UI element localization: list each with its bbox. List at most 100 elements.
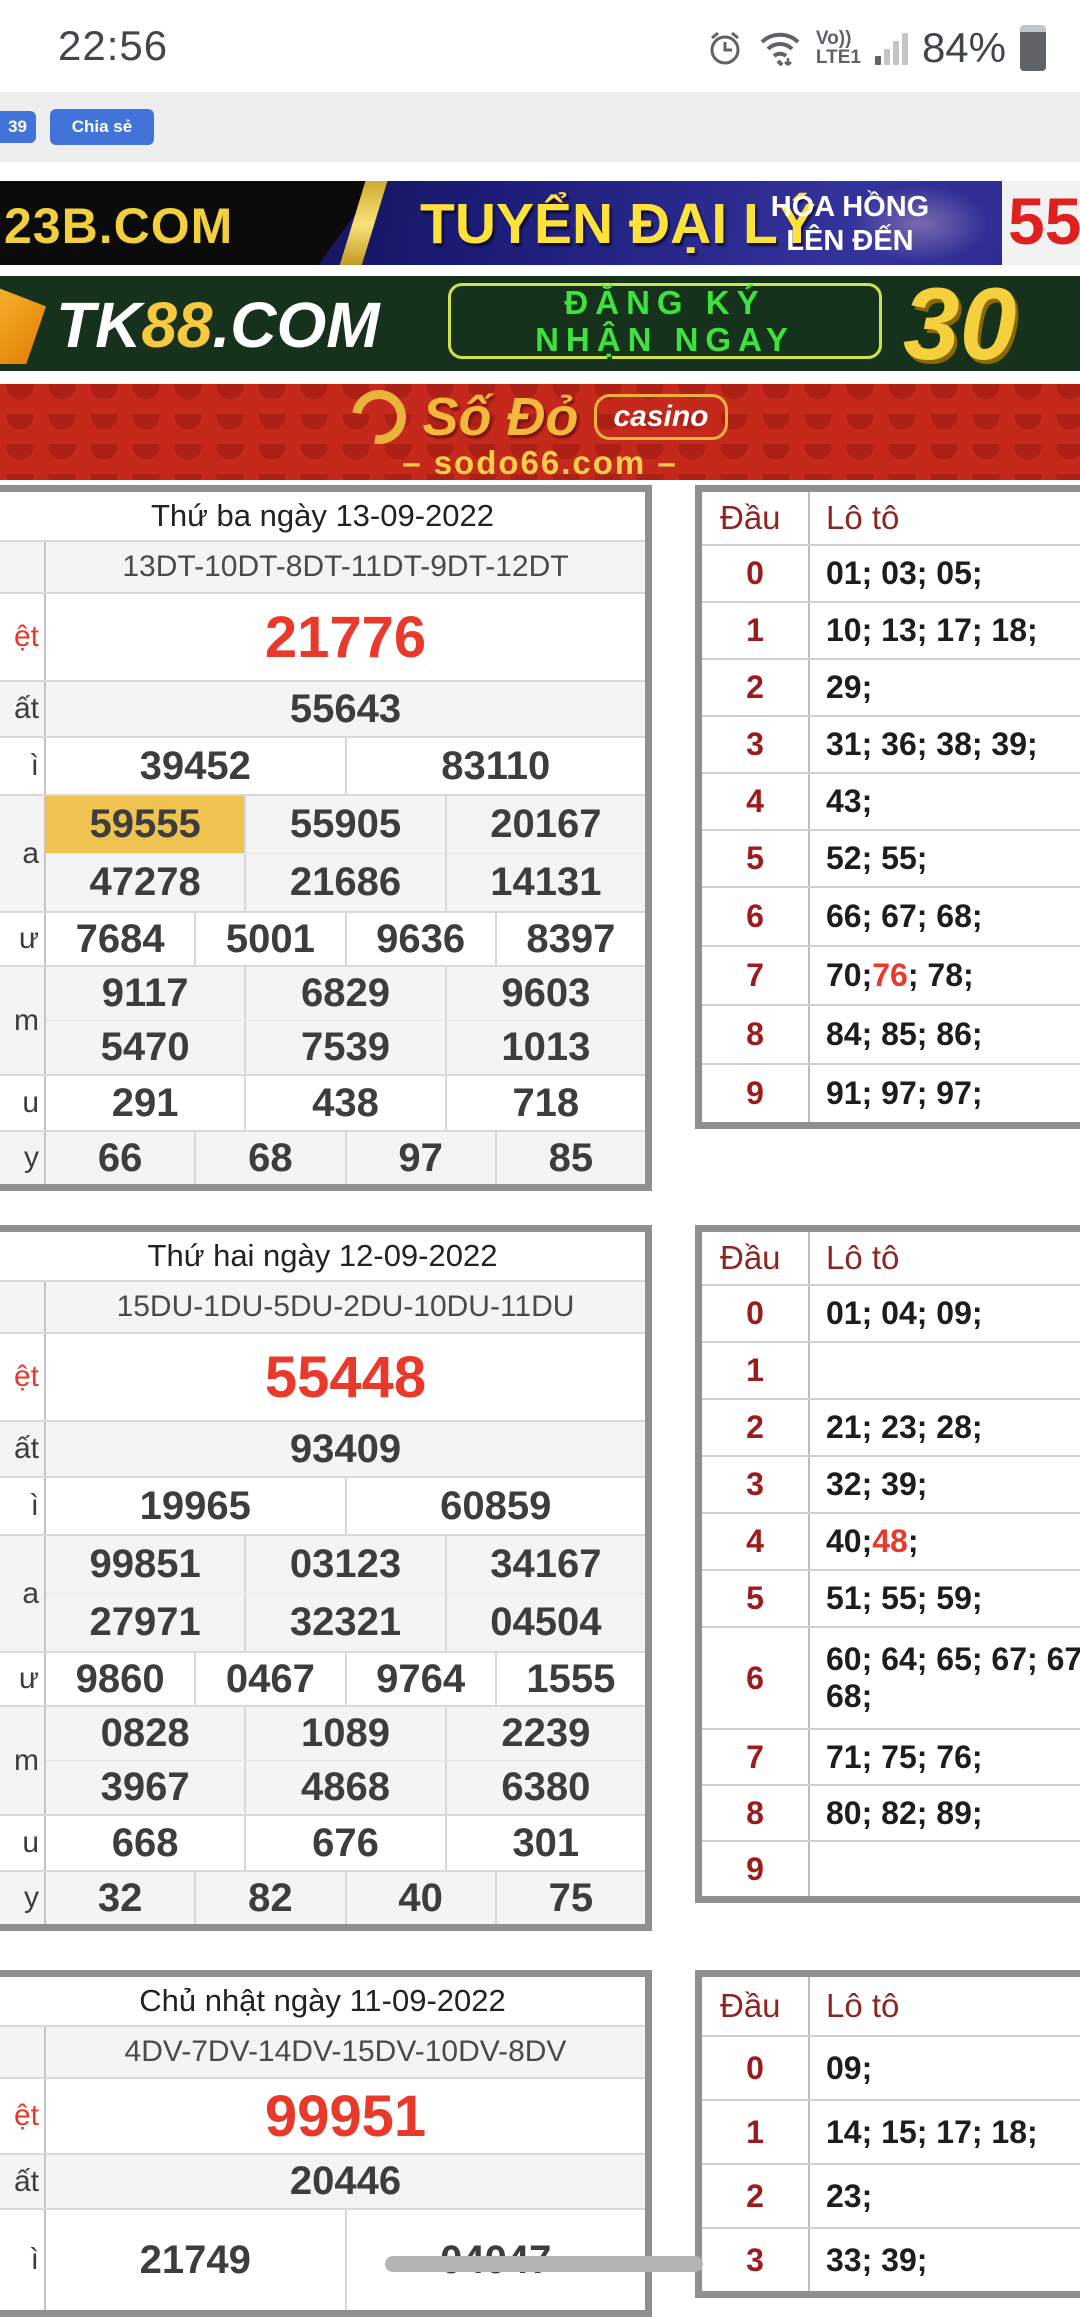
dau-header: Đầu bbox=[702, 1977, 810, 2035]
result-number: 7684 bbox=[46, 913, 194, 965]
prize-label-fragment: ệt bbox=[0, 1334, 46, 1420]
result-number: 34167 bbox=[445, 1536, 645, 1593]
loto-table-2022-09-12: Đầu Lô tô 001; 04; 09; 1 221; 23; 28; 33… bbox=[695, 1225, 1080, 1903]
prize-row-sixth: u 291 438 718 bbox=[0, 1074, 645, 1130]
loto-row: 229; bbox=[702, 658, 1080, 715]
result-number: 5470 bbox=[46, 1021, 244, 1074]
result-number: 1013 bbox=[445, 1021, 645, 1074]
ad-banner-sodo-casino[interactable]: Số Đỏ casino – sodo66.com – bbox=[0, 384, 1080, 480]
special-prize-number: 21776 bbox=[46, 594, 645, 680]
result-number: 68 bbox=[194, 1132, 344, 1184]
prize-label-fragment: ì bbox=[0, 738, 46, 794]
alarm-icon bbox=[706, 29, 744, 67]
result-number: 97 bbox=[345, 1132, 495, 1184]
result-number: 55643 bbox=[46, 682, 645, 736]
result-number: 21686 bbox=[244, 854, 444, 911]
prize-row-special: ệt 21776 bbox=[0, 592, 645, 680]
loto-row: 009; bbox=[702, 2035, 1080, 2099]
banner-subtext: HOA HỒNG LÊN ĐẾN bbox=[742, 190, 958, 258]
partial-number-button[interactable]: 39 bbox=[0, 111, 36, 143]
prize-label-fragment bbox=[0, 1282, 46, 1332]
banner-percent-panel: 55 bbox=[1002, 181, 1080, 265]
result-number: 55905 bbox=[244, 796, 444, 853]
result-code-row: 15DU-1DU-5DU-2DU-10DU-11DU bbox=[0, 1280, 645, 1332]
prize-row-special: ệt 55448 bbox=[0, 1332, 645, 1420]
loto-row: 884; 85; 86; bbox=[702, 1004, 1080, 1063]
prize-label-fragment: a bbox=[0, 796, 46, 911]
banner-bonus-value: 30 bbox=[903, 276, 1016, 371]
prize-row-first: ất 55643 bbox=[0, 680, 645, 736]
prize-label-fragment: ư bbox=[0, 1653, 46, 1705]
share-button[interactable]: Chia sẻ bbox=[50, 109, 154, 145]
loto-row: 001; 04; 09; bbox=[702, 1284, 1080, 1341]
horizontal-scrollbar-thumb[interactable] bbox=[385, 2256, 703, 2272]
banner-cta-line2: NHẬN NGAY bbox=[535, 321, 795, 358]
result-date-header: Thứ hai ngày 12-09-2022 bbox=[0, 1232, 645, 1280]
prize-row-second: ì 39452 83110 bbox=[0, 736, 645, 794]
loto-row: 114; 15; 17; 18; bbox=[702, 2099, 1080, 2163]
ad-banner-23b[interactable]: 23B.COM TUYỂN ĐẠI LÝ HOA HỒNG LÊN ĐẾN 55 bbox=[0, 181, 1080, 265]
loto-row: 331; 36; 38; 39; bbox=[702, 715, 1080, 772]
prize-row-third: a 99851 03123 34167 27971 32321 04504 bbox=[0, 1534, 645, 1651]
loto-row: 9 bbox=[702, 1840, 1080, 1896]
result-number: 20167 bbox=[445, 796, 645, 853]
loto-row: 660; 64; 65; 67; 67; 67; 68; bbox=[702, 1626, 1080, 1728]
result-code: 13DT-10DT-8DT-11DT-9DT-12DT bbox=[46, 542, 645, 592]
result-number: 9764 bbox=[345, 1653, 495, 1705]
result-number: 9603 bbox=[445, 967, 645, 1020]
loto-header: Lô tô bbox=[810, 1977, 1080, 2035]
dau-header: Đầu bbox=[702, 492, 810, 544]
loto-header-row: Đầu Lô tô bbox=[702, 492, 1080, 544]
ad-banner-tk88[interactable]: TK88.COM ĐĂNG KÝ NHẬN NGAY 30 bbox=[0, 276, 1080, 371]
result-code-row: 13DT-10DT-8DT-11DT-9DT-12DT bbox=[0, 540, 645, 592]
banner-cta-box: ĐĂNG KÝ NHẬN NGAY bbox=[448, 283, 882, 359]
loto-row: 551; 55; 59; bbox=[702, 1569, 1080, 1626]
loto-header: Lô tô bbox=[810, 1232, 1080, 1284]
loto-row: 880; 82; 89; bbox=[702, 1784, 1080, 1840]
result-number: 0828 bbox=[46, 1707, 244, 1760]
result-number: 5001 bbox=[194, 913, 344, 965]
result-number: 83110 bbox=[345, 738, 646, 794]
prize-label-fragment: a bbox=[0, 1536, 46, 1651]
loto-row: 1 bbox=[702, 1341, 1080, 1398]
share-toolbar: 39 Chia sẻ bbox=[0, 92, 1080, 162]
result-number: 668 bbox=[46, 1816, 244, 1870]
prize-label-fragment: ất bbox=[0, 2155, 46, 2208]
status-icons: Vo)) LTE1 84% bbox=[706, 18, 1046, 78]
dau-header: Đầu bbox=[702, 1232, 810, 1284]
prize-label-fragment: m bbox=[0, 1707, 46, 1814]
loto-row: 770; 76; 78; bbox=[702, 945, 1080, 1004]
result-number: 9117 bbox=[46, 967, 244, 1020]
prize-label-fragment: ư bbox=[0, 913, 46, 965]
result-number: 03123 bbox=[244, 1536, 444, 1593]
battery-icon bbox=[1020, 25, 1046, 71]
loto-table-2022-09-13: Đầu Lô tô 001; 03; 05; 110; 13; 17; 18; … bbox=[695, 485, 1080, 1129]
special-prize-number: 55448 bbox=[46, 1334, 645, 1420]
loto-header-row: Đầu Lô tô bbox=[702, 1977, 1080, 2035]
loto-row: 666; 67; 68; bbox=[702, 886, 1080, 945]
prize-label-fragment bbox=[0, 542, 46, 592]
result-number: 2239 bbox=[445, 1707, 645, 1760]
result-number: 438 bbox=[244, 1076, 444, 1130]
result-number-highlighted: 59555 bbox=[46, 796, 244, 853]
result-number: 85 bbox=[495, 1132, 645, 1184]
prize-row-special: ệt 99951 bbox=[0, 2077, 645, 2153]
result-number: 7539 bbox=[244, 1021, 444, 1074]
result-number: 1555 bbox=[495, 1653, 645, 1705]
prize-label-fragment: u bbox=[0, 1816, 46, 1870]
result-number: 9636 bbox=[345, 913, 495, 965]
banner-cta-line1: ĐĂNG KÝ bbox=[564, 284, 765, 321]
results-table-2022-09-12: Thứ hai ngày 12-09-2022 15DU-1DU-5DU-2DU… bbox=[0, 1225, 652, 1931]
loto-row: 440; 48; bbox=[702, 1512, 1080, 1569]
result-number: 47278 bbox=[46, 854, 244, 911]
result-date-header: Thứ ba ngày 13-09-2022 bbox=[0, 492, 645, 540]
result-code: 15DU-1DU-5DU-2DU-10DU-11DU bbox=[46, 1282, 645, 1332]
result-number: 66 bbox=[46, 1132, 194, 1184]
result-number: 8397 bbox=[495, 913, 645, 965]
volte-indicator: Vo)) LTE1 bbox=[816, 29, 861, 67]
result-number: 676 bbox=[244, 1816, 444, 1870]
loto-row: 552; 55; bbox=[702, 829, 1080, 886]
loto-row: 443; bbox=[702, 772, 1080, 829]
prize-label-fragment: y bbox=[0, 1132, 46, 1184]
result-number: 0467 bbox=[194, 1653, 344, 1705]
